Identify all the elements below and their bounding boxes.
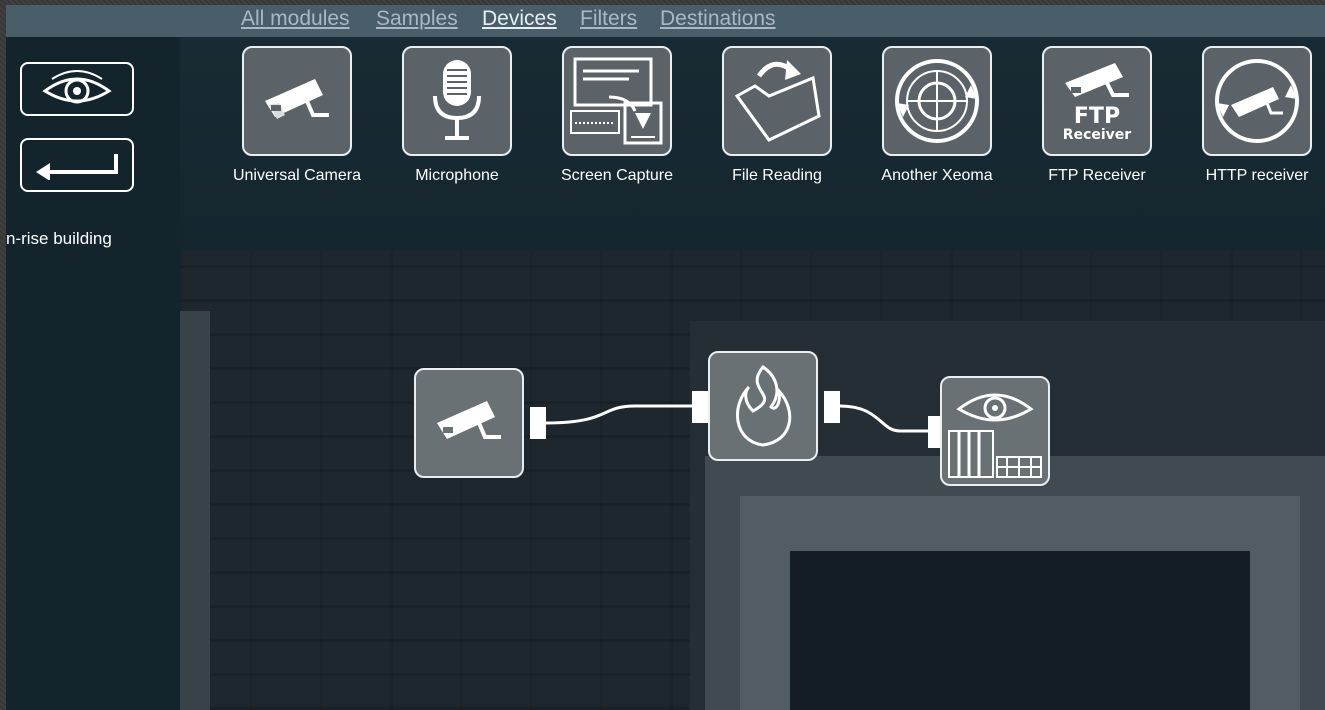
device-palette: Universal Camera Microphone Screen Captu… [180,37,1325,251]
app-window: All modules Samples Devices Filters Dest… [6,5,1325,710]
receiver-tile-text: Receiver [1062,127,1132,143]
screen-capture-icon [570,57,663,145]
tab-filters[interactable]: Filters [580,7,637,31]
input-port[interactable] [692,391,708,423]
microphone-icon [433,60,481,140]
device-label: File Reading [732,167,822,184]
view-button[interactable] [20,62,134,116]
ftp-receiver-icon [1065,63,1129,97]
eye-icon [42,70,112,104]
device-http-receiver[interactable]: HTTP receiver [1177,46,1325,185]
device-tile [1202,46,1312,156]
device-tile [242,46,352,156]
tab-all-modules[interactable]: All modules [241,7,350,31]
device-tile [562,46,672,156]
device-file-reading[interactable]: File Reading [697,46,857,185]
http-receiver-icon [1215,59,1299,143]
device-tile [722,46,832,156]
device-label: Another Xeoma [881,167,993,184]
back-arrow-icon [36,154,118,180]
device-label: Universal Camera [232,167,362,184]
device-ftp-receiver[interactable]: FTP Receiver FTP Receiver [1017,46,1177,185]
device-tile: FTP Receiver [1042,46,1152,156]
xeoma-icon [895,59,979,143]
camera-icon [265,79,329,119]
scene-label: n-rise building [6,229,112,248]
tab-samples[interactable]: Samples [376,7,458,31]
output-port[interactable] [824,391,840,423]
workspace-canvas[interactable] [180,251,1325,710]
preview-archive-icon [948,393,1042,478]
device-label: Screen Capture [560,167,674,184]
chain-node-preview-archive[interactable] [940,376,1050,486]
ftp-tile-text: FTP [1073,104,1121,129]
tab-devices[interactable]: Devices [482,7,557,31]
back-button[interactable] [20,138,134,192]
device-universal-camera[interactable]: Universal Camera [217,46,377,185]
device-microphone[interactable]: Microphone [377,46,537,185]
chain-node-camera[interactable] [414,368,524,478]
folder-icon [734,60,821,142]
device-label: HTTP receiver [1205,167,1309,184]
module-tab-bar: All modules Samples Devices Filters Dest… [6,5,1325,37]
device-label: FTP Receiver [1048,167,1146,184]
chain-node-fire-detector[interactable] [708,351,818,461]
chain-connections [545,404,928,433]
device-label: Microphone [415,167,499,184]
device-screen-capture[interactable]: Screen Capture [537,46,697,185]
camera-icon [437,401,501,439]
tab-destinations[interactable]: Destinations [660,7,776,31]
output-port[interactable] [530,407,546,439]
fire-icon [736,365,792,447]
device-another-xeoma[interactable]: Another Xeoma [857,46,1017,185]
device-tile [402,46,512,156]
left-panel: n-rise building [6,37,180,710]
device-tile [882,46,992,156]
